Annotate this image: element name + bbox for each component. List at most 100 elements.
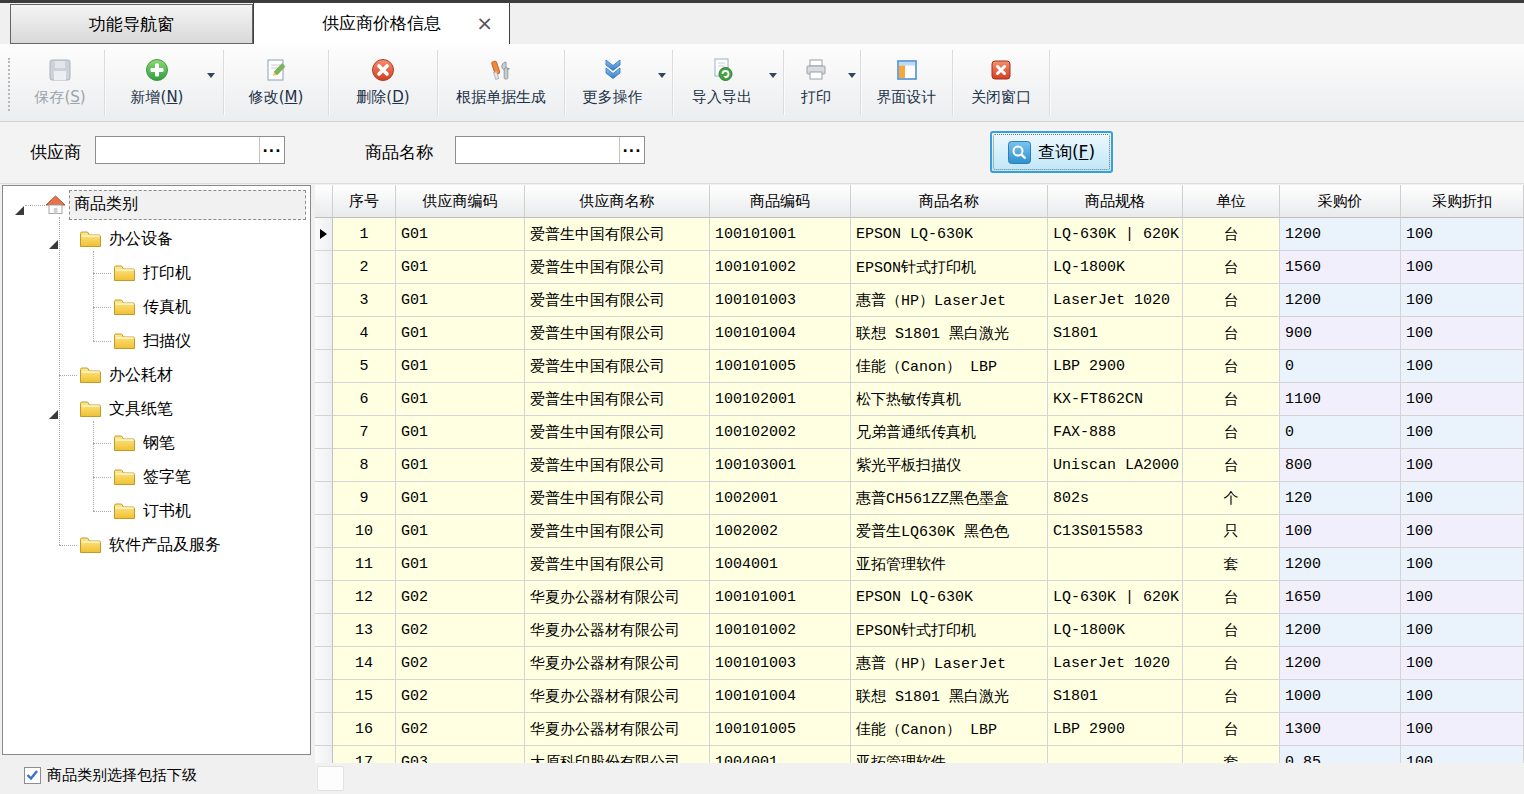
row-selector-cell[interactable]: [315, 713, 333, 746]
grid-cell[interactable]: 100: [1401, 350, 1524, 383]
row-selector-cell[interactable]: [315, 548, 333, 581]
grid-cell[interactable]: 华夏办公器材有限公司: [525, 680, 710, 713]
grid-column-header[interactable]: 商品名称: [851, 185, 1048, 218]
grid-cell[interactable]: G01: [396, 548, 525, 581]
delete-button[interactable]: 删除(D): [329, 44, 437, 121]
product-filter-input[interactable]: [456, 137, 619, 163]
grid-cell[interactable]: 100101003: [710, 647, 851, 680]
grid-row[interactable]: 15G02华夏办公器材有限公司100101004联想 S1801 黑白激光S18…: [315, 680, 1524, 713]
grid-cell[interactable]: 爱普生中国有限公司: [525, 515, 710, 548]
grid-cell[interactable]: 1100: [1280, 383, 1401, 416]
grid-cell[interactable]: G01: [396, 383, 525, 416]
grid-cell[interactable]: EPSON针式打印机: [851, 614, 1048, 647]
grid-cell[interactable]: 900: [1280, 317, 1401, 350]
grid-cell[interactable]: LQ-1800K: [1048, 614, 1183, 647]
grid-row[interactable]: 7G01爱普生中国有限公司100102002兄弟普通纸传真机FAX-888台01…: [315, 416, 1524, 449]
grid-row[interactable]: 12G02华夏办公器材有限公司100101001EPSON LQ-630KLQ-…: [315, 581, 1524, 614]
grid-cell[interactable]: 台: [1183, 614, 1280, 647]
grid-cell[interactable]: [1048, 548, 1183, 581]
row-selector-cell[interactable]: [315, 449, 333, 482]
grid-cell[interactable]: 100: [1401, 284, 1524, 317]
grid-cell[interactable]: 10: [333, 515, 396, 548]
grid-cell[interactable]: 0: [1280, 350, 1401, 383]
grid-cell[interactable]: 100101004: [710, 680, 851, 713]
grid-cell[interactable]: 惠普（HP）LaserJet: [851, 284, 1048, 317]
grid-row[interactable]: 5G01爱普生中国有限公司100101005佳能（Canon） LBPLBP 2…: [315, 350, 1524, 383]
search-button[interactable]: 查询(F): [990, 131, 1113, 173]
grid-cell[interactable]: 100: [1401, 680, 1524, 713]
grid-cell[interactable]: 2: [333, 251, 396, 284]
grid-cell[interactable]: 台: [1183, 284, 1280, 317]
grid-cell[interactable]: 台: [1183, 416, 1280, 449]
grid-cell[interactable]: 爱普生中国有限公司: [525, 350, 710, 383]
grid-cell[interactable]: 100: [1401, 614, 1524, 647]
grid-cell[interactable]: 台: [1183, 383, 1280, 416]
grid-cell[interactable]: 1200: [1280, 614, 1401, 647]
grid-cell[interactable]: G02: [396, 614, 525, 647]
grid-cell[interactable]: 100101003: [710, 284, 851, 317]
row-selector-cell[interactable]: [315, 647, 333, 680]
grid-row[interactable]: 3G01爱普生中国有限公司100101003惠普（HP）LaserJetLase…: [315, 284, 1524, 317]
grid-cell[interactable]: 100101001: [710, 581, 851, 614]
grid-cell[interactable]: FAX-888: [1048, 416, 1183, 449]
tree-item[interactable]: 传真机: [143, 290, 191, 324]
grid-cell[interactable]: 100103001: [710, 449, 851, 482]
row-selector-cell[interactable]: [315, 251, 333, 284]
grid-cell[interactable]: C13S015583: [1048, 515, 1183, 548]
tree-expander-icon[interactable]: [49, 404, 58, 413]
grid-cell[interactable]: 紫光平板扫描仪: [851, 449, 1048, 482]
grid-cell[interactable]: 7: [333, 416, 396, 449]
grid-cell[interactable]: 只: [1183, 515, 1280, 548]
grid-cell[interactable]: 爱普生LQ630K 黑色色: [851, 515, 1048, 548]
grid-cell[interactable]: 台: [1183, 317, 1280, 350]
grid-cell[interactable]: 100101002: [710, 614, 851, 647]
supplier-lookup-button[interactable]: ...: [259, 137, 284, 163]
grid-cell[interactable]: 佳能（Canon） LBP: [851, 350, 1048, 383]
grid-cell[interactable]: G02: [396, 581, 525, 614]
grid-cell[interactable]: EPSON LQ-630K: [851, 218, 1048, 251]
grid-cell[interactable]: 爱普生中国有限公司: [525, 383, 710, 416]
grid-cell[interactable]: 1004001: [710, 548, 851, 581]
grid-row[interactable]: 10G01爱普生中国有限公司1002002爱普生LQ630K 黑色色C13S01…: [315, 515, 1524, 548]
product-lookup-button[interactable]: ...: [619, 137, 644, 163]
import-export-button[interactable]: 导入导出: [673, 44, 783, 121]
grid-row[interactable]: 9G01爱普生中国有限公司1002001惠普CH561ZZ黑色墨盒802s个12…: [315, 482, 1524, 515]
close-window-button[interactable]: 关闭窗口: [953, 44, 1049, 121]
grid-cell[interactable]: G01: [396, 449, 525, 482]
tree-item[interactable]: 文具纸笔: [109, 392, 173, 426]
tab-supplier-price-info[interactable]: 供应商价格信息 ×: [253, 2, 510, 44]
grid-cell[interactable]: 100: [1401, 317, 1524, 350]
grid-cell[interactable]: 爱普生中国有限公司: [525, 251, 710, 284]
grid-column-header[interactable]: 采购价: [1280, 185, 1401, 218]
grid-cell[interactable]: 台: [1183, 350, 1280, 383]
grid-cell[interactable]: 3: [333, 284, 396, 317]
grid-cell[interactable]: G01: [396, 482, 525, 515]
grid-cell[interactable]: 联想 S1801 黑白激光: [851, 680, 1048, 713]
grid-cell[interactable]: 100: [1401, 515, 1524, 548]
grid-row[interactable]: 2G01爱普生中国有限公司100101002EPSON针式打印机LQ-1800K…: [315, 251, 1524, 284]
grid-cell[interactable]: 100: [1401, 218, 1524, 251]
grid-cell[interactable]: 爱普生中国有限公司: [525, 284, 710, 317]
grid-cell[interactable]: G02: [396, 647, 525, 680]
grid-cell[interactable]: 台: [1183, 449, 1280, 482]
grid-cell[interactable]: 兄弟普通纸传真机: [851, 416, 1048, 449]
grid-cell[interactable]: G01: [396, 251, 525, 284]
row-selector-cell[interactable]: [315, 317, 333, 350]
grid-cell[interactable]: 惠普（HP）LaserJet: [851, 647, 1048, 680]
grid-cell[interactable]: 100: [1401, 251, 1524, 284]
grid-cell[interactable]: 1200: [1280, 647, 1401, 680]
grid-cell[interactable]: 1002001: [710, 482, 851, 515]
save-button[interactable]: 保存(S): [16, 44, 104, 121]
grid-cell[interactable]: 100: [1401, 482, 1524, 515]
grid-cell[interactable]: 台: [1183, 218, 1280, 251]
tab-function-navigation[interactable]: 功能导航窗: [10, 4, 253, 44]
grid-cell[interactable]: 1560: [1280, 251, 1401, 284]
grid-cell[interactable]: 亚拓管理软件: [851, 548, 1048, 581]
grid-column-header[interactable]: 供应商编码: [396, 185, 525, 218]
grid-cell[interactable]: G01: [396, 416, 525, 449]
grid-cell[interactable]: 100101004: [710, 317, 851, 350]
grid-cell[interactable]: 16: [333, 713, 396, 746]
grid-cell[interactable]: LQ-630K | 620K: [1048, 218, 1183, 251]
grid-cell[interactable]: Uniscan LA2000: [1048, 449, 1183, 482]
grid-cell[interactable]: 爱普生中国有限公司: [525, 317, 710, 350]
